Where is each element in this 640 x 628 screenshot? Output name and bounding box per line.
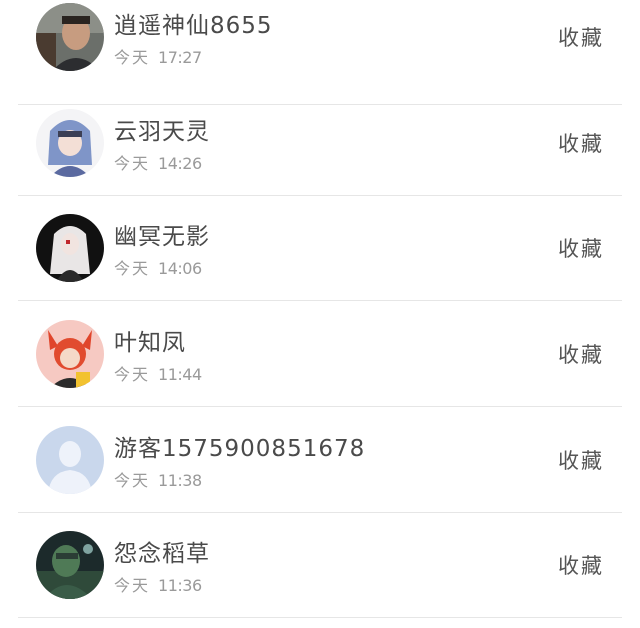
avatar[interactable]	[36, 214, 104, 282]
list-item[interactable]: 云羽天灵 今天 14:26 收藏	[0, 91, 640, 196]
favorite-button[interactable]: 收藏	[558, 445, 604, 475]
divider	[18, 300, 622, 301]
message-list: 逍遥神仙8655 今天 17:27 收藏 云羽天灵 今天 14:26 收藏 幽冥…	[0, 0, 640, 628]
message-time: 11:36	[158, 576, 202, 595]
favorite-button[interactable]: 收藏	[558, 233, 604, 263]
divider	[18, 406, 622, 407]
list-item[interactable]: 幽冥无影 今天 14:06 收藏	[0, 196, 640, 301]
list-item[interactable]: 叶知凤 今天 11:44 收藏	[0, 302, 640, 407]
default-user-silhouette-icon	[36, 426, 104, 494]
message-day: 今天	[114, 154, 151, 173]
avatar[interactable]	[36, 320, 104, 388]
contact-name: 游客1575900851678	[114, 436, 366, 462]
anime-blue-hair-avatar-icon	[36, 109, 104, 177]
favorite-button[interactable]: 收藏	[558, 339, 604, 369]
message-timestamp: 今天 14:06	[114, 255, 202, 279]
game-dark-green-avatar-icon	[36, 531, 104, 599]
message-day: 今天	[114, 576, 151, 595]
avatar[interactable]	[36, 3, 104, 71]
contact-name: 云羽天灵	[114, 119, 210, 145]
contact-name: 幽冥无影	[114, 224, 210, 250]
list-item[interactable]: 怨念稻草 今天 11:36 收藏	[0, 513, 640, 618]
favorite-button[interactable]: 收藏	[558, 22, 604, 52]
list-item[interactable]: 游客1575900851678 今天 11:38 收藏	[0, 408, 640, 513]
divider	[18, 617, 622, 618]
avatar[interactable]	[36, 109, 104, 177]
contact-name: 叶知凤	[114, 330, 186, 356]
message-day: 今天	[114, 259, 151, 278]
man-photo-avatar-icon	[36, 3, 104, 71]
message-timestamp: 今天 11:36	[114, 572, 202, 596]
avatar[interactable]	[36, 531, 104, 599]
favorite-button[interactable]: 收藏	[558, 128, 604, 158]
message-time: 17:27	[158, 48, 202, 67]
contact-name: 逍遥神仙8655	[114, 13, 273, 39]
message-timestamp: 今天 14:26	[114, 150, 202, 174]
message-time: 11:44	[158, 365, 202, 384]
message-time: 11:38	[158, 471, 202, 490]
anime-red-hair-avatar-icon	[36, 320, 104, 388]
message-timestamp: 今天 17:27	[114, 44, 202, 68]
message-timestamp: 今天 11:38	[114, 467, 202, 491]
contact-name: 怨念稻草	[114, 541, 210, 567]
message-day: 今天	[114, 48, 151, 67]
avatar[interactable]	[36, 426, 104, 494]
message-timestamp: 今天 11:44	[114, 361, 202, 385]
message-day: 今天	[114, 365, 151, 384]
message-time: 14:26	[158, 154, 202, 173]
message-day: 今天	[114, 471, 151, 490]
anime-dark-avatar-icon	[36, 214, 104, 282]
message-time: 14:06	[158, 259, 202, 278]
list-item[interactable]: 逍遥神仙8655 今天 17:27 收藏	[0, 0, 640, 105]
favorite-button[interactable]: 收藏	[558, 550, 604, 580]
